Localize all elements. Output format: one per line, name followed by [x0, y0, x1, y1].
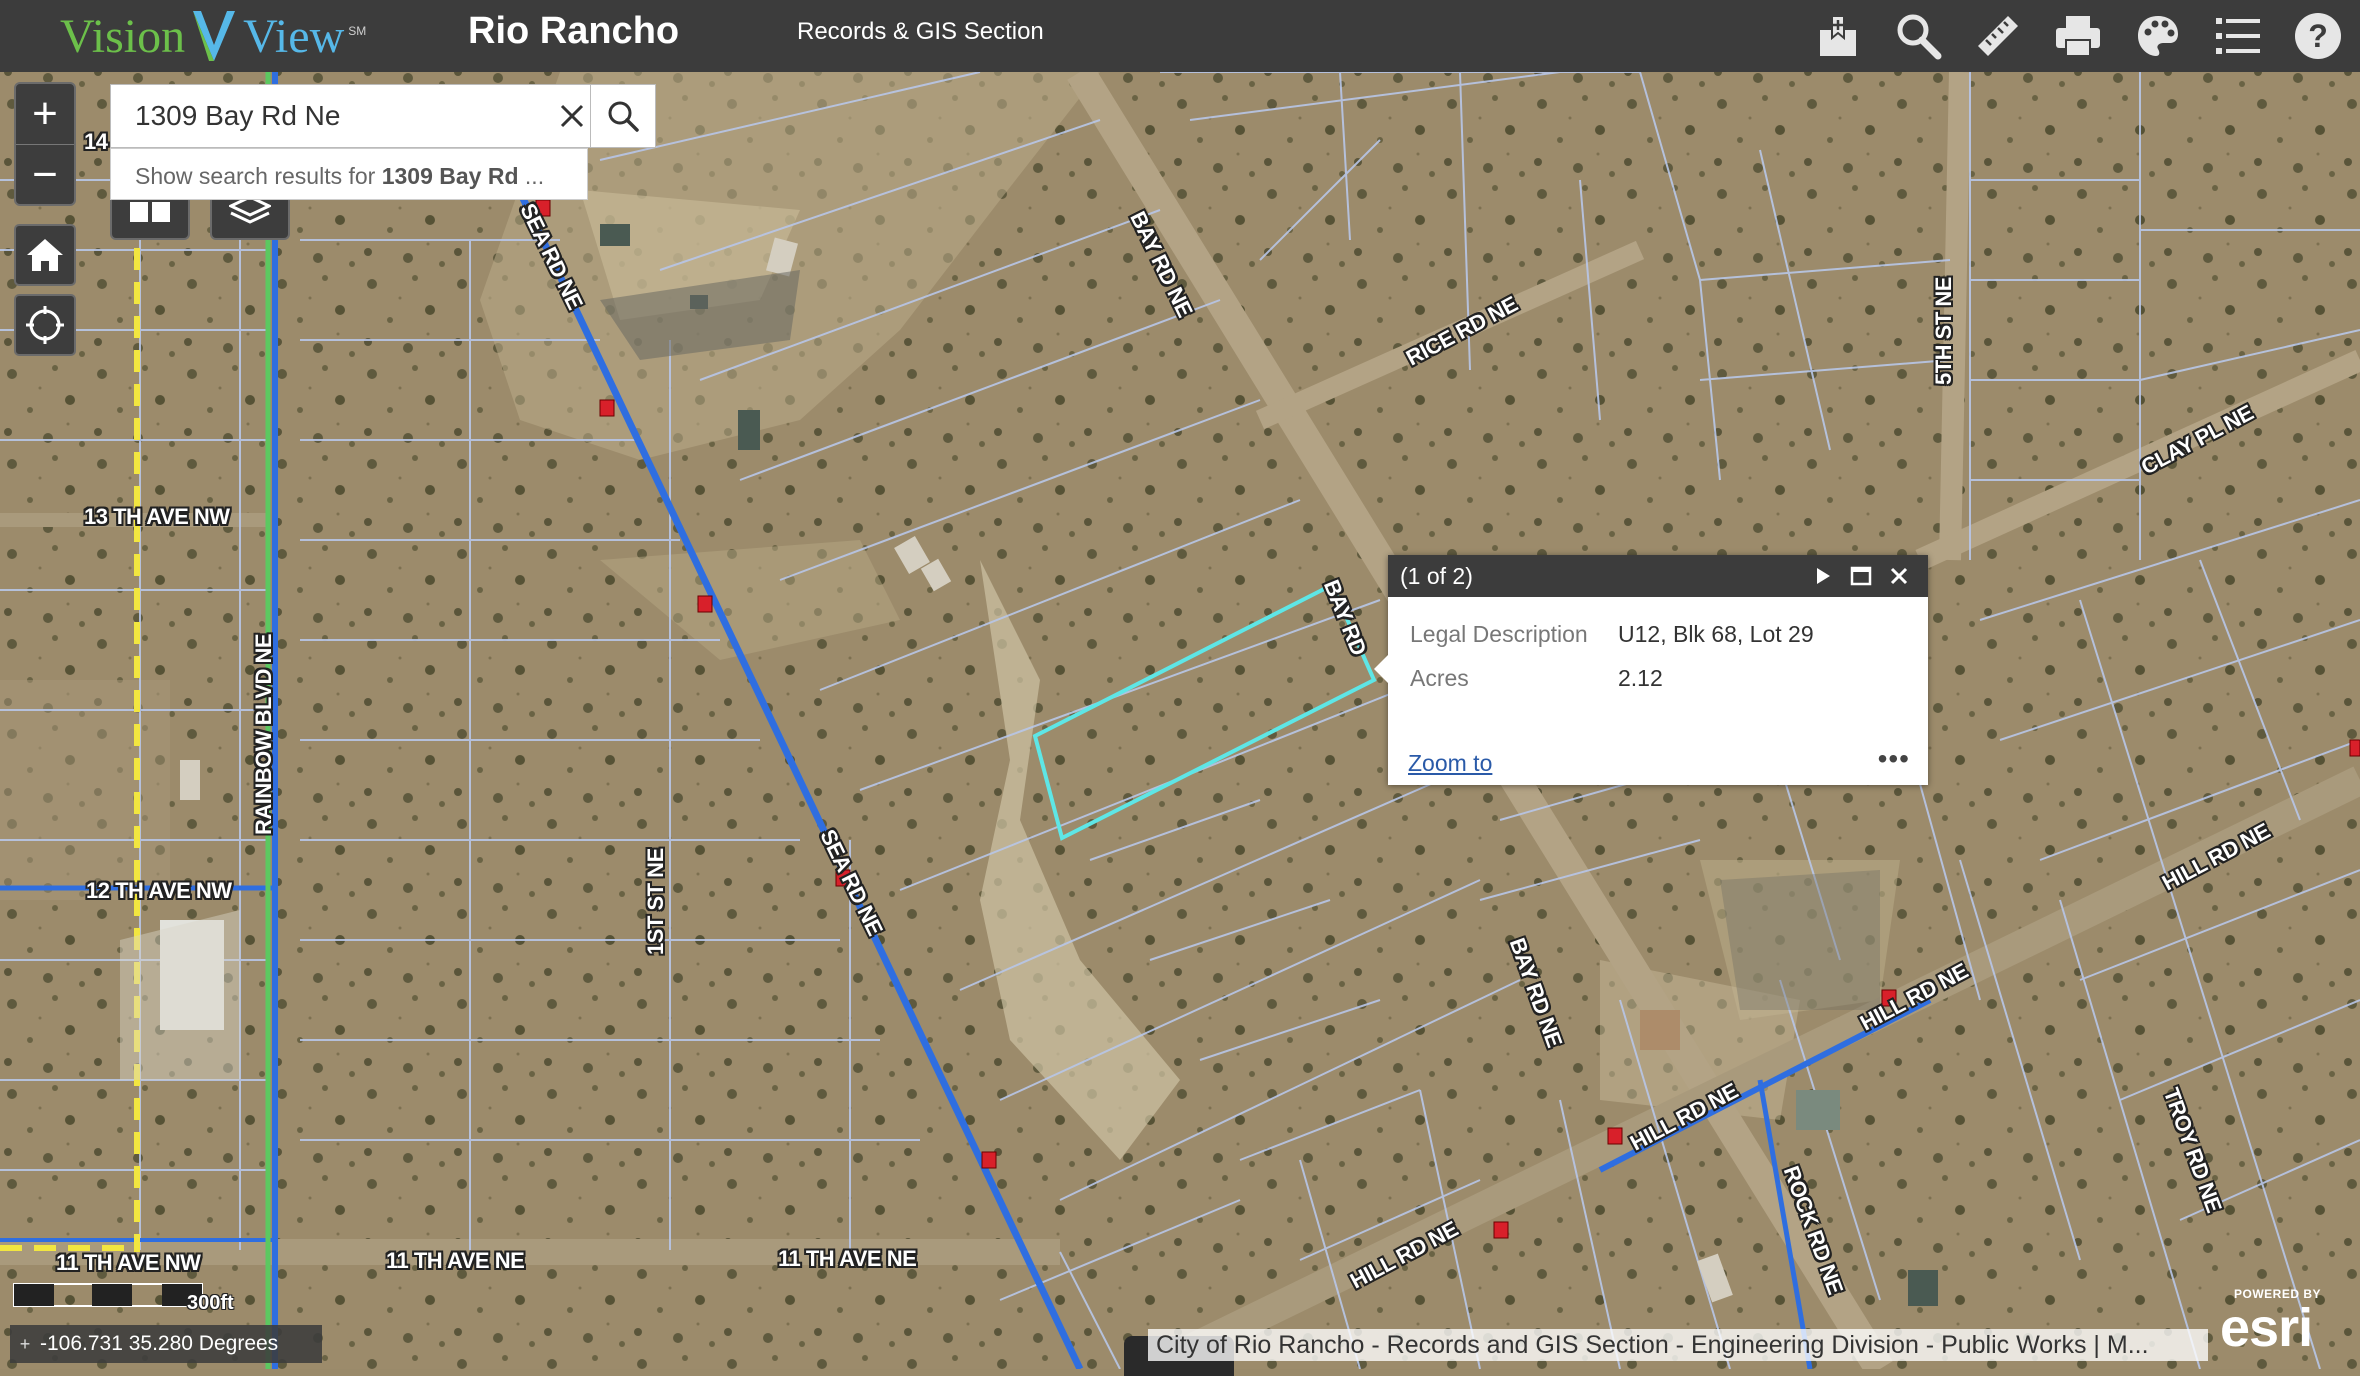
basemap-palette-icon [2138, 16, 2178, 56]
home-button[interactable] [14, 224, 76, 286]
visionview-logo: Vision View SM [60, 6, 366, 66]
layers-icon [229, 195, 271, 224]
coordinate-readout: + -106.731 35.280 Degrees [10, 1325, 322, 1363]
locate-button[interactable] [14, 294, 76, 356]
popup-close-button[interactable] [1884, 561, 1914, 591]
top-header-bar: Vision View SM Rio Rancho Records & GIS … [0, 0, 2360, 72]
search-submit-button[interactable] [590, 85, 655, 147]
feature-popup: (1 of 2) Legal Description U12, Blk 68, … [1374, 555, 1928, 785]
close-icon [1890, 567, 1908, 585]
play-next-icon [1817, 568, 1830, 584]
label-11th-ave-nw: 11 TH AVE NW [56, 1250, 201, 1275]
print-button[interactable] [2048, 6, 2108, 66]
logo-v-mark-icon [193, 11, 236, 61]
label-14th-ave: 14 [84, 129, 108, 154]
popup-next-button[interactable] [1808, 561, 1838, 591]
popup-maximize-button[interactable] [1846, 561, 1876, 591]
app-title: Rio Rancho [468, 10, 680, 52]
crosshair-icon[interactable]: + [10, 1334, 40, 1355]
popup-header: (1 of 2) [1388, 555, 1928, 597]
field-label: Legal Description [1410, 621, 1588, 647]
print-icon [2056, 16, 2100, 57]
legend-button[interactable] [2208, 6, 2268, 66]
bookmark-icon [1820, 15, 1856, 56]
help-button[interactable]: ? [2288, 6, 2348, 66]
measure-button[interactable] [1968, 6, 2028, 66]
logo-view-text: View [243, 9, 345, 63]
suggestion-prefix: Show search results for [135, 163, 382, 189]
esri-wordmark: esri [2220, 1298, 2313, 1358]
label-12th-ave-nw: 12 TH AVE NW [86, 878, 232, 903]
map-view[interactable]: 14 BAY RD NE RICE RD NE 5TH ST NE CLAY P… [0, 72, 2360, 1369]
scale-label: 300ft [187, 1292, 234, 1314]
label-11th-ave-ne-right: 11 TH AVE NE [778, 1246, 917, 1271]
scale-bar [13, 1283, 203, 1307]
zoom-out-button[interactable]: − [16, 144, 74, 205]
close-icon [560, 104, 584, 128]
bookmark-button[interactable] [1808, 6, 1868, 66]
label-5th-st-ne: 5TH ST NE [1931, 277, 1956, 385]
search-input[interactable] [111, 85, 591, 147]
zoom-in-button[interactable]: + [16, 84, 74, 144]
split-view-icon [130, 202, 170, 222]
field-value: 2.12 [1618, 665, 1663, 691]
suggestion-term: 1309 Bay Rd [381, 163, 519, 189]
popup-result-count: (1 of 2) [1400, 563, 1473, 589]
field-label: Acres [1410, 665, 1469, 691]
section-title: Records & GIS Section [797, 18, 1044, 45]
coordinate-text: -106.731 35.280 Degrees [40, 1332, 279, 1355]
label-1st-st-ne: 1ST ST NE [643, 848, 668, 955]
zoom-control: + − [14, 82, 76, 206]
search-box [110, 84, 656, 148]
basemap-button[interactable] [2128, 6, 2188, 66]
maximize-icon [1850, 566, 1872, 586]
satellite-basemap [0, 72, 2360, 1369]
search-icon [1897, 14, 1942, 60]
search-icon [608, 101, 639, 132]
label-13th-ave-nw: 13 TH AVE NW [84, 504, 230, 529]
help-icon: ? [2295, 13, 2341, 59]
locate-crosshair-icon [26, 306, 64, 344]
field-value: U12, Blk 68, Lot 29 [1618, 621, 1814, 647]
home-icon [27, 239, 63, 271]
more-actions-button[interactable]: ••• [1878, 743, 1910, 775]
search-tool-button[interactable] [1888, 6, 1948, 66]
label-11th-ave-ne-left: 11 TH AVE NE [386, 1248, 525, 1273]
logo-sm-mark: SM [348, 24, 367, 38]
measure-ruler-icon [1978, 16, 2018, 56]
popup-pointer [1374, 655, 1388, 683]
suggestion-ellipsis: ... [518, 163, 545, 189]
svg-text:?: ? [2308, 18, 2328, 54]
label-rainbow-blvd-ne: RAINBOW BLVD NE [251, 633, 276, 835]
map-attribution: City of Rio Rancho - Records and GIS Sec… [1148, 1329, 2208, 1361]
search-suggestion[interactable]: Show search results for 1309 Bay Rd ... [110, 148, 588, 200]
legend-list-icon [2216, 18, 2260, 54]
zoom-to-link[interactable]: Zoom to [1408, 750, 1492, 777]
logo-vision-text: Vision [60, 9, 186, 63]
